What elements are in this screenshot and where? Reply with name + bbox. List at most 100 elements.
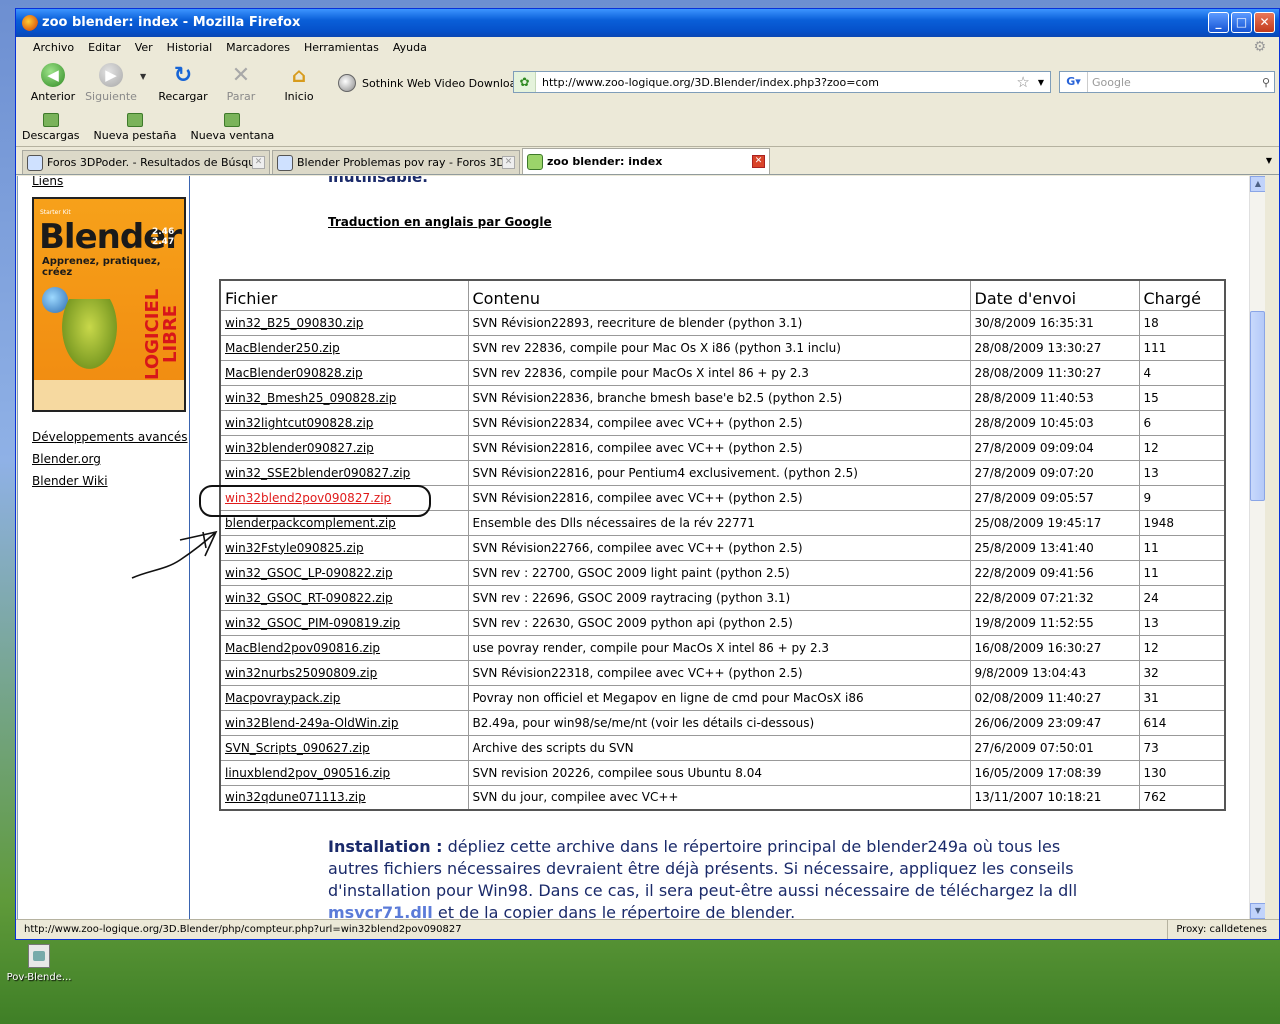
new-window-button[interactable]: Nueva ventana: [191, 113, 274, 142]
sothink-button[interactable]: Sothink Web Video Downloader: [338, 74, 535, 92]
desktop-file-icon[interactable]: Pov-Blende...: [4, 944, 74, 983]
file-download-link[interactable]: linuxblend2pov_090516.zip: [225, 766, 390, 780]
tab-close-icon[interactable]: ✕: [502, 156, 515, 169]
status-bar: http://www.zoo-logique.org/3D.Blender/ph…: [16, 919, 1279, 939]
menu-editar[interactable]: Editar: [81, 41, 128, 54]
scroll-down-icon[interactable]: ▼: [1250, 903, 1265, 919]
maximize-button[interactable]: □: [1231, 12, 1252, 33]
tab-close-icon[interactable]: ✕: [252, 156, 265, 169]
file-download-link[interactable]: win32lightcut090828.zip: [225, 416, 373, 430]
installation-tail: et de la copier dans le répertoire de bl…: [432, 903, 796, 919]
book-footer: [34, 380, 184, 410]
search-icon[interactable]: ⚲: [1262, 76, 1274, 89]
bookmark-star-icon[interactable]: ☆: [1016, 73, 1037, 91]
file-download-link[interactable]: MacBlender090828.zip: [225, 366, 363, 380]
history-dropdown-icon[interactable]: ▼: [140, 72, 154, 81]
forward-button[interactable]: ▶ Siguiente: [82, 63, 140, 103]
title-bar: zoo blender: index - Mozilla Firefox _ □…: [16, 9, 1279, 37]
table-row: linuxblend2pov_090516.zip SVN revision 20…: [219, 759, 1226, 786]
dll-link[interactable]: msvcr71.dll: [328, 903, 433, 919]
tab-close-icon[interactable]: ✕: [752, 155, 765, 168]
address-input[interactable]: http://www.zoo-logique.org/3D.Blender/in…: [536, 76, 1016, 89]
file-download-link[interactable]: win32_Bmesh25_090828.zip: [225, 391, 396, 405]
tab-list-dropdown-icon[interactable]: ▼: [1261, 151, 1277, 171]
file-download-link[interactable]: win32qdune071113.zip: [225, 790, 366, 804]
file-download-link[interactable]: win32_B25_090830.zip: [225, 316, 363, 330]
search-input[interactable]: Google: [1088, 76, 1262, 89]
menu-ayuda[interactable]: Ayuda: [386, 41, 434, 54]
downloads-cell: 4: [1138, 359, 1226, 386]
stop-button[interactable]: ✕ Parar: [212, 62, 270, 104]
menu-historial[interactable]: Historial: [160, 41, 219, 54]
new-tab-button[interactable]: Nueva pestaña: [94, 113, 177, 142]
file-download-link[interactable]: blenderpackcomplement.zip: [225, 516, 396, 530]
file-download-link[interactable]: win32_GSOC_LP-090822.zip: [225, 566, 393, 580]
navigation-toolbar: ◀ Anterior ▶ Siguiente ▼ ↻ Recargar ✕ Pa…: [16, 57, 1279, 109]
file-download-link[interactable]: win32_SSE2blender090827.zip: [225, 466, 410, 480]
file-download-link[interactable]: win32nurbs25090809.zip: [225, 666, 377, 680]
tab-foros-busqueda[interactable]: Foros 3DPoder. - Resultados de Búsqu... …: [22, 150, 270, 174]
content-cell: SVN Révision22816, pour Pentium4 exclusi…: [467, 459, 971, 486]
table-row: SVN_Scripts_090627.zip Archive des script…: [219, 734, 1226, 761]
search-engine-icon[interactable]: G▾: [1060, 72, 1088, 92]
tab-blender-pov[interactable]: Blender Problemas pov ray - Foros 3DP...…: [272, 150, 520, 174]
minimize-button[interactable]: _: [1208, 12, 1229, 33]
menu-herramientas[interactable]: Herramientas: [297, 41, 386, 54]
vertical-scrollbar[interactable]: ▲ ▼: [1249, 176, 1265, 919]
date-cell: 28/08/2009 11:30:27: [969, 359, 1140, 386]
file-download-link[interactable]: MacBlender250.zip: [225, 341, 340, 355]
scroll-thumb[interactable]: [1250, 311, 1265, 501]
window-title: zoo blender: index - Mozilla Firefox: [42, 15, 301, 30]
file-cell: MacBlender090828.zip: [219, 359, 469, 386]
link-developpements[interactable]: Développements avancés: [32, 430, 188, 444]
tab-zoo-blender[interactable]: zoo blender: index ✕: [522, 148, 770, 174]
menu-archivo[interactable]: Archivo: [26, 41, 81, 54]
status-url: http://www.zoo-logique.org/3D.Blender/ph…: [24, 924, 462, 935]
reload-button[interactable]: ↻ Recargar: [154, 63, 212, 104]
search-bar[interactable]: G▾ Google ⚲: [1059, 71, 1275, 93]
downloads-button[interactable]: Descargas: [22, 113, 80, 142]
site-identity-icon[interactable]: ✿: [514, 72, 536, 92]
link-blender-wiki[interactable]: Blender Wiki: [32, 474, 188, 488]
left-sidebar: Liens Starter Kit Blender 2.46 2.47 Appre…: [18, 176, 190, 919]
downloads-cell: 31: [1138, 684, 1226, 711]
proxy-status[interactable]: Proxy: calldetenes: [1167, 920, 1267, 939]
menu-bar: Archivo Editar Ver Historial Marcadores …: [16, 37, 1279, 57]
address-bar[interactable]: ✿ http://www.zoo-logique.org/3D.Blender/…: [513, 71, 1051, 93]
content-cell: SVN rev : 22696, GSOC 2009 raytracing (p…: [467, 584, 971, 611]
downloads-cell: 15: [1138, 384, 1226, 411]
file-download-link[interactable]: MacBlend2pov090816.zip: [225, 641, 380, 655]
downloads-cell: 1948: [1138, 509, 1226, 536]
file-download-link[interactable]: win32_GSOC_RT-090822.zip: [225, 591, 393, 605]
downloads-cell: 12: [1138, 434, 1226, 461]
close-button[interactable]: ✕: [1254, 12, 1275, 33]
address-dropdown-icon[interactable]: ▼: [1038, 78, 1050, 87]
content-cell: SVN rev 22836, compile pour Mac Os X i86…: [467, 334, 971, 361]
file-download-link[interactable]: win32Blend-249a-OldWin.zip: [225, 716, 398, 730]
translate-link[interactable]: Traduction en anglais par Google: [328, 215, 552, 229]
liens-link[interactable]: Liens: [32, 176, 63, 188]
file-download-link[interactable]: Macpovraypack.zip: [225, 691, 340, 705]
file-download-link[interactable]: win32blender090827.zip: [225, 441, 374, 455]
book-cover-image[interactable]: Starter Kit Blender 2.46 2.47 Apprenez, p…: [32, 197, 186, 412]
file-cell: win32blend2pov090827.zip: [219, 484, 469, 511]
desktop-file-label: Pov-Blende...: [6, 972, 72, 983]
menu-marcadores[interactable]: Marcadores: [219, 41, 297, 54]
file-download-link[interactable]: win32Fstyle090825.zip: [225, 541, 364, 555]
scroll-up-icon[interactable]: ▲: [1250, 176, 1265, 192]
tab-title: Foros 3DPoder. - Resultados de Búsqu...: [47, 156, 252, 169]
link-blender-org[interactable]: Blender.org: [32, 452, 188, 466]
file-download-link[interactable]: SVN_Scripts_090627.zip: [225, 741, 370, 755]
content-cell: SVN du jour, compilee avec VC++: [467, 784, 971, 811]
downloads-cell: 12: [1138, 634, 1226, 661]
menu-ver[interactable]: Ver: [128, 41, 160, 54]
table-row: MacBlend2pov090816.zip use povray render,…: [219, 634, 1226, 661]
home-button[interactable]: ⌂ Inicio: [270, 63, 328, 103]
date-cell: 22/8/2009 09:41:56: [969, 559, 1140, 586]
file-download-link[interactable]: win32blend2pov090827.zip: [225, 491, 391, 505]
back-button[interactable]: ◀ Anterior: [24, 63, 82, 103]
stop-icon: ✕: [231, 62, 251, 88]
downloads-cell: 18: [1138, 309, 1226, 336]
content-cell: SVN Révision22816, compilee avec VC++ (p…: [467, 434, 971, 461]
file-download-link[interactable]: win32_GSOC_PIM-090819.zip: [225, 616, 400, 630]
